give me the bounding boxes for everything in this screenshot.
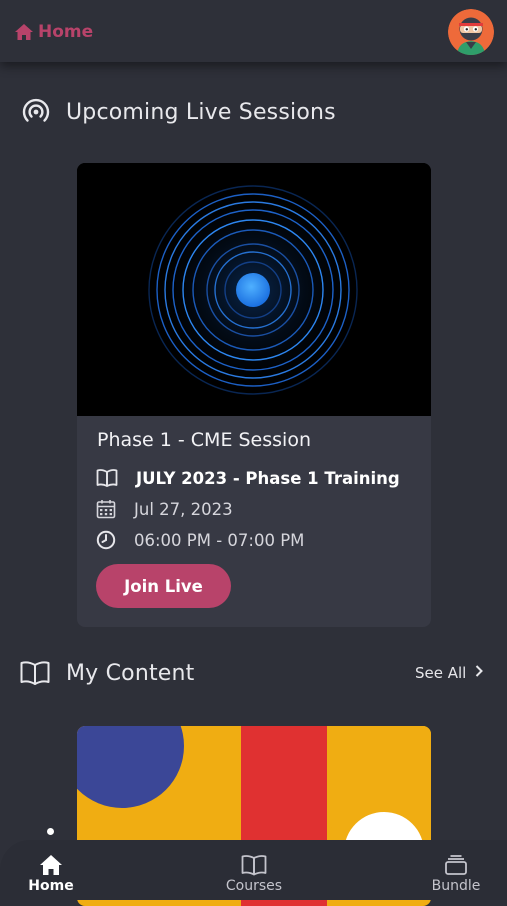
program-name: JULY 2023 - Phase 1 Training [136, 468, 400, 488]
house-icon [14, 23, 34, 41]
bottom-nav: Home Courses Bundle [0, 840, 507, 900]
open-book-icon [241, 840, 267, 876]
session-thumbnail [77, 163, 431, 416]
section-title: Upcoming Live Sessions [66, 99, 336, 125]
my-content-header: My Content [20, 660, 195, 686]
open-book-icon [20, 660, 50, 686]
live-session-card[interactable]: Phase 1 - CME Session JULY 2023 - Phase … [77, 163, 431, 627]
clock-icon [96, 530, 116, 550]
chevron-right-icon [474, 664, 484, 682]
nav-bundle[interactable]: Bundle [430, 840, 482, 894]
avatar[interactable] [448, 9, 494, 55]
nav-courses[interactable]: Courses [222, 840, 286, 894]
nav-bundle-label: Bundle [431, 878, 481, 894]
top-header: Home [0, 0, 507, 62]
join-live-button[interactable]: Join Live [96, 564, 231, 608]
ninja-avatar-icon [448, 9, 494, 55]
home-link-label: Home [38, 22, 94, 42]
broadcast-icon [22, 98, 50, 126]
time-row: 06:00 PM - 07:00 PM [96, 530, 304, 550]
see-all-label: See All [415, 664, 467, 682]
see-all-link[interactable]: See All [415, 664, 484, 682]
nav-home[interactable]: Home [28, 840, 74, 894]
home-link[interactable]: Home [14, 20, 93, 44]
section-title: My Content [66, 660, 195, 686]
house-icon [39, 840, 63, 876]
stack-icon [444, 840, 468, 876]
program-row: JULY 2023 - Phase 1 Training [96, 468, 400, 488]
nav-courses-label: Courses [225, 878, 283, 894]
active-indicator-dot [47, 828, 54, 835]
live-sessions-header: Upcoming Live Sessions [22, 98, 336, 126]
calendar-icon [96, 499, 116, 519]
date-row: Jul 27, 2023 [96, 499, 233, 519]
session-time: 06:00 PM - 07:00 PM [134, 530, 305, 550]
session-date: Jul 27, 2023 [134, 499, 233, 519]
open-book-icon [96, 468, 118, 488]
nav-home-label: Home [28, 878, 74, 894]
session-title: Phase 1 - CME Session [97, 429, 311, 451]
